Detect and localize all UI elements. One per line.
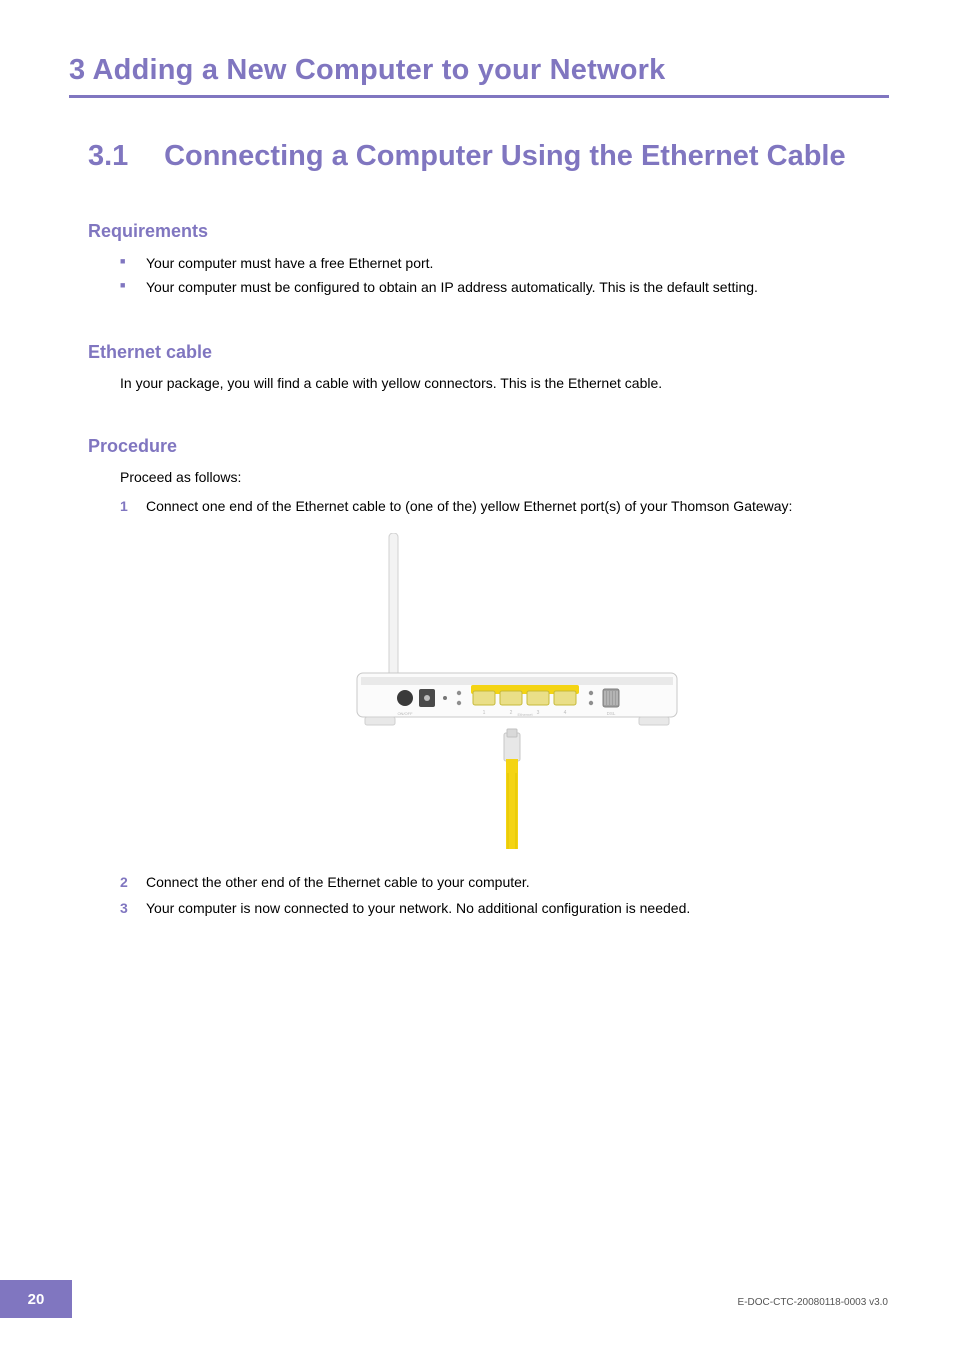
procedure-steps: 1 Connect one end of the Ethernet cable …: [120, 495, 888, 920]
section-number: 3.1: [88, 140, 156, 173]
step-text: Your computer is now connected to your n…: [146, 900, 690, 916]
requirement-text: Your computer must have a free Ethernet …: [146, 255, 433, 271]
step-item: 3 Your computer is now connected to your…: [120, 897, 888, 921]
chapter-header: 3 Adding a New Computer to your Network: [69, 54, 889, 98]
svg-text:4: 4: [564, 710, 567, 716]
step-item: 1 Connect one end of the Ethernet cable …: [120, 495, 888, 853]
procedure-heading: Procedure: [88, 436, 888, 457]
requirements-list: Your computer must have a free Ethernet …: [120, 252, 888, 300]
svg-text:2: 2: [510, 710, 513, 716]
step-text: Connect the other end of the Ethernet ca…: [146, 874, 530, 890]
requirements-heading: Requirements: [88, 221, 888, 242]
svg-text:3: 3: [537, 710, 540, 716]
svg-text:DSL: DSL: [607, 711, 616, 716]
ethernet-cable-text: In your package, you will find a cable w…: [120, 373, 888, 395]
svg-text:ON/OFF: ON/OFF: [397, 711, 413, 716]
chapter-number: 3: [69, 54, 85, 86]
procedure-intro: Proceed as follows:: [120, 467, 888, 489]
section-title: Connecting a Computer Using the Ethernet…: [164, 140, 846, 172]
page-number-badge: 20: [0, 1280, 72, 1318]
page-number: 20: [28, 1291, 45, 1308]
requirement-text: Your computer must be configured to obta…: [146, 279, 758, 295]
chapter-title-text: Adding a New Computer to your Network: [93, 54, 666, 86]
step-number: 1: [120, 495, 128, 519]
step-item: 2 Connect the other end of the Ethernet …: [120, 871, 888, 895]
step-number: 2: [120, 871, 128, 895]
ethernet-cable-heading: Ethernet cable: [88, 342, 888, 363]
document-id: E-DOC-CTC-20080118-0003 v3.0: [738, 1297, 888, 1308]
step-number: 3: [120, 897, 128, 921]
svg-text:Ethernet: Ethernet: [517, 712, 533, 717]
step-text: Connect one end of the Ethernet cable to…: [146, 498, 792, 514]
page-content: 3.1 Connecting a Computer Using the Ethe…: [88, 140, 888, 962]
section-heading: 3.1 Connecting a Computer Using the Ethe…: [88, 140, 888, 173]
ethernet-cable-section: Ethernet cable In your package, you will…: [88, 342, 888, 395]
router-figure: ON/OFF 1 2 Ethernet 3 4: [146, 533, 888, 853]
requirements-section: Requirements Your computer must have a f…: [88, 221, 888, 300]
svg-text:1: 1: [483, 710, 486, 716]
chapter-title: 3 Adding a New Computer to your Network: [69, 54, 889, 87]
procedure-section: Procedure Proceed as follows: 1 Connect …: [88, 436, 888, 920]
router-illustration-icon: ON/OFF 1 2 Ethernet 3 4: [347, 533, 687, 853]
list-item: Your computer must have a free Ethernet …: [120, 252, 888, 276]
list-item: Your computer must be configured to obta…: [120, 276, 888, 300]
